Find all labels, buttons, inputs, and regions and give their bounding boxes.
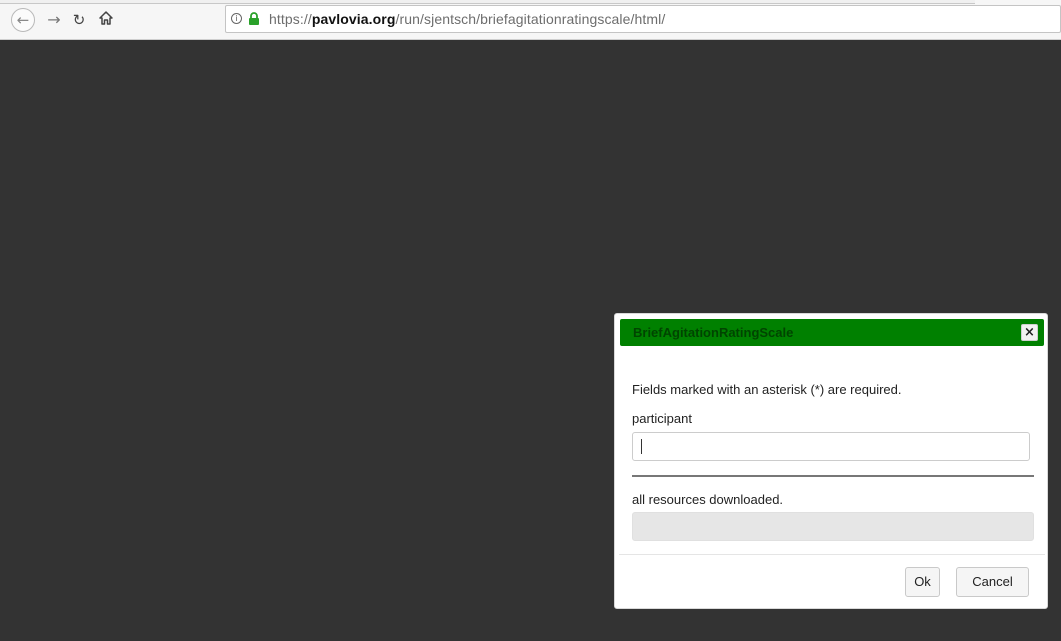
home-button[interactable]	[96, 10, 116, 30]
back-arrow-icon: ←	[16, 11, 30, 29]
ok-button[interactable]: Ok	[905, 567, 940, 597]
close-icon: ×	[1024, 325, 1035, 340]
participant-input[interactable]	[632, 432, 1030, 461]
url-scheme: https://	[269, 11, 312, 27]
required-note: Fields marked with an asterisk (*) are r…	[632, 382, 902, 397]
lock-icon	[249, 12, 259, 25]
url-host: pavlovia.org	[311, 11, 396, 27]
info-icon[interactable]: i	[231, 13, 242, 24]
participant-label: participant	[632, 411, 692, 426]
home-icon	[99, 11, 113, 25]
reload-icon: ↻	[72, 11, 86, 29]
dialog-title-bar[interactable]: BriefAgitationRatingScale ×	[620, 319, 1044, 346]
text-caret	[641, 439, 642, 454]
back-button[interactable]: ←	[11, 8, 35, 32]
url-path: /run/sjentsch/briefagitationratingscale/…	[395, 11, 666, 27]
reload-button[interactable]: ↻	[69, 10, 89, 30]
footer-divider	[619, 554, 1045, 555]
tab-strip	[0, 0, 975, 4]
browser-toolbar: ← → ↻ i https://pavlovia.org/run/sjentsc…	[0, 0, 1061, 40]
divider	[632, 475, 1034, 477]
url-text: https://pavlovia.org/run/sjentsch/briefa…	[269, 11, 665, 27]
participant-dialog: BriefAgitationRatingScale × Fields marke…	[614, 313, 1048, 609]
cancel-button[interactable]: Cancel	[956, 567, 1029, 597]
address-bar[interactable]: i https://pavlovia.org/run/sjentsch/brie…	[225, 5, 1061, 33]
dialog-title: BriefAgitationRatingScale	[633, 325, 794, 340]
status-text: all resources downloaded.	[632, 492, 784, 507]
forward-arrow-icon: →	[47, 10, 61, 29]
close-button[interactable]: ×	[1021, 324, 1038, 341]
progress-bar	[632, 512, 1034, 541]
forward-button[interactable]: →	[44, 10, 64, 30]
